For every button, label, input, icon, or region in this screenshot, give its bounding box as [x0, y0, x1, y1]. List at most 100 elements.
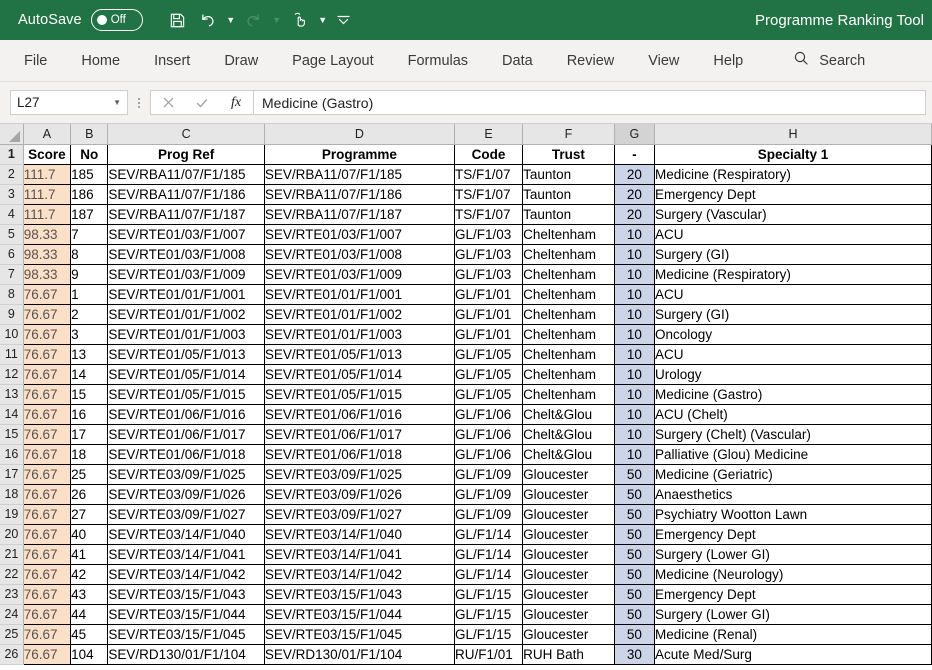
cell-G4[interactable]: 20	[614, 204, 656, 225]
cell-G18[interactable]: 50	[614, 484, 656, 505]
cell-G21[interactable]: 50	[614, 544, 656, 565]
cell-D2[interactable]: SEV/RBA11/07/F1/185	[264, 164, 455, 185]
cell-G23[interactable]: 50	[614, 584, 656, 605]
row-header-15[interactable]: 15	[0, 424, 24, 445]
cell-F10[interactable]: Cheltenham	[522, 324, 615, 345]
formula-input[interactable]: Medicine (Gastro)	[254, 90, 926, 115]
cell-H14[interactable]: ACU (Chelt)	[654, 404, 932, 425]
cell-A2[interactable]: 111.7	[22, 164, 72, 185]
cell-C13[interactable]: SEV/RTE01/05/F1/015	[107, 384, 265, 405]
cell-C6[interactable]: SEV/RTE01/03/F1/008	[107, 244, 265, 265]
cell-A25[interactable]: 76.67	[22, 624, 72, 645]
cell-E26[interactable]: RU/F1/01	[454, 644, 524, 665]
cell-A17[interactable]: 76.67	[22, 464, 72, 485]
cell-H17[interactable]: Medicine (Geriatric)	[654, 464, 932, 485]
formula-bar-drag-handle[interactable]	[128, 88, 150, 118]
cell-H5[interactable]: ACU	[654, 224, 932, 245]
row-header-3[interactable]: 3	[0, 184, 24, 205]
cell-G11[interactable]: 10	[614, 344, 656, 365]
cell-D11[interactable]: SEV/RTE01/05/F1/013	[264, 344, 455, 365]
cell-E7[interactable]: GL/F1/03	[454, 264, 524, 285]
cell-F16[interactable]: Chelt&Glou	[522, 444, 615, 465]
cell-B14[interactable]: 16	[70, 404, 109, 425]
column-title-cell-c[interactable]: Prog Ref	[107, 143, 265, 165]
cell-F5[interactable]: Cheltenham	[522, 224, 615, 245]
cell-C20[interactable]: SEV/RTE03/14/F1/040	[107, 524, 265, 545]
cell-G14[interactable]: 10	[614, 404, 656, 425]
touch-mouse-mode-icon[interactable]	[285, 5, 315, 35]
cell-B20[interactable]: 40	[70, 524, 109, 545]
cell-F17[interactable]: Gloucester	[522, 464, 615, 485]
cell-G15[interactable]: 10	[614, 424, 656, 445]
column-title-cell-f[interactable]: Trust	[522, 143, 615, 165]
row-header-1[interactable]: 1	[0, 144, 24, 165]
row-header-6[interactable]: 6	[0, 244, 24, 265]
cell-A18[interactable]: 76.67	[22, 484, 72, 505]
cell-G26[interactable]: 30	[614, 644, 656, 665]
cell-G22[interactable]: 50	[614, 564, 656, 585]
row-header-26[interactable]: 26	[0, 644, 24, 665]
cell-D13[interactable]: SEV/RTE01/05/F1/015	[264, 384, 455, 405]
cell-A12[interactable]: 76.67	[22, 364, 72, 385]
row-header-21[interactable]: 21	[0, 544, 24, 565]
cell-C12[interactable]: SEV/RTE01/05/F1/014	[107, 364, 265, 385]
cell-H26[interactable]: Acute Med/Surg	[654, 644, 932, 665]
row-header-13[interactable]: 13	[0, 384, 24, 405]
cell-F3[interactable]: Taunton	[522, 184, 615, 205]
name-box[interactable]: L27 ▼	[10, 90, 128, 115]
cancel-icon[interactable]	[151, 91, 185, 114]
row-header-12[interactable]: 12	[0, 364, 24, 385]
cell-F26[interactable]: RUH Bath	[522, 644, 615, 665]
cell-C8[interactable]: SEV/RTE01/01/F1/001	[107, 284, 265, 305]
cell-B2[interactable]: 185	[70, 164, 109, 185]
cell-F20[interactable]: Gloucester	[522, 524, 615, 545]
cell-F2[interactable]: Taunton	[522, 164, 615, 185]
cell-D3[interactable]: SEV/RBA11/07/F1/186	[264, 184, 455, 205]
cell-E18[interactable]: GL/F1/09	[454, 484, 524, 505]
cell-D26[interactable]: SEV/RD130/01/F1/104	[264, 644, 455, 665]
cell-E9[interactable]: GL/F1/01	[454, 304, 524, 325]
cell-G7[interactable]: 10	[614, 264, 656, 285]
cell-G5[interactable]: 10	[614, 224, 656, 245]
cell-B25[interactable]: 45	[70, 624, 109, 645]
cell-D17[interactable]: SEV/RTE03/09/F1/025	[264, 464, 455, 485]
cell-C19[interactable]: SEV/RTE03/09/F1/027	[107, 504, 265, 525]
cell-H25[interactable]: Medicine (Renal)	[654, 624, 932, 645]
tab-file[interactable]: File	[10, 48, 61, 74]
cell-H18[interactable]: Anaesthetics	[654, 484, 932, 505]
cell-H11[interactable]: ACU	[654, 344, 932, 365]
row-header-10[interactable]: 10	[0, 324, 24, 345]
cell-C23[interactable]: SEV/RTE03/15/F1/043	[107, 584, 265, 605]
cell-A24[interactable]: 76.67	[22, 604, 72, 625]
cell-G2[interactable]: 20	[614, 164, 656, 185]
cell-H21[interactable]: Surgery (Lower GI)	[654, 544, 932, 565]
cell-D10[interactable]: SEV/RTE01/01/F1/003	[264, 324, 455, 345]
row-header-5[interactable]: 5	[0, 224, 24, 245]
cell-H24[interactable]: Surgery (Lower GI)	[654, 604, 932, 625]
row-header-14[interactable]: 14	[0, 404, 24, 425]
cell-F21[interactable]: Gloucester	[522, 544, 615, 565]
row-header-16[interactable]: 16	[0, 444, 24, 465]
cell-C14[interactable]: SEV/RTE01/06/F1/016	[107, 404, 265, 425]
column-header-e[interactable]: E	[454, 124, 524, 145]
cell-D14[interactable]: SEV/RTE01/06/F1/016	[264, 404, 455, 425]
row-header-2[interactable]: 2	[0, 164, 24, 185]
cell-A10[interactable]: 76.67	[22, 324, 72, 345]
cell-B6[interactable]: 8	[70, 244, 109, 265]
cell-B9[interactable]: 2	[70, 304, 109, 325]
tab-formulas[interactable]: Formulas	[394, 48, 482, 74]
cell-A15[interactable]: 76.67	[22, 424, 72, 445]
tab-view[interactable]: View	[634, 48, 693, 74]
cell-D25[interactable]: SEV/RTE03/15/F1/045	[264, 624, 455, 645]
cell-E25[interactable]: GL/F1/15	[454, 624, 524, 645]
cell-F13[interactable]: Cheltenham	[522, 384, 615, 405]
cell-H12[interactable]: Urology	[654, 364, 932, 385]
cell-G13[interactable]: 10	[614, 384, 656, 405]
cell-G16[interactable]: 10	[614, 444, 656, 465]
cell-D16[interactable]: SEV/RTE01/06/F1/018	[264, 444, 455, 465]
cell-B26[interactable]: 104	[70, 644, 109, 665]
cell-E20[interactable]: GL/F1/14	[454, 524, 524, 545]
cell-H13[interactable]: Medicine (Gastro)	[654, 384, 932, 405]
select-all-corner-button[interactable]	[0, 124, 24, 145]
cell-B8[interactable]: 1	[70, 284, 109, 305]
